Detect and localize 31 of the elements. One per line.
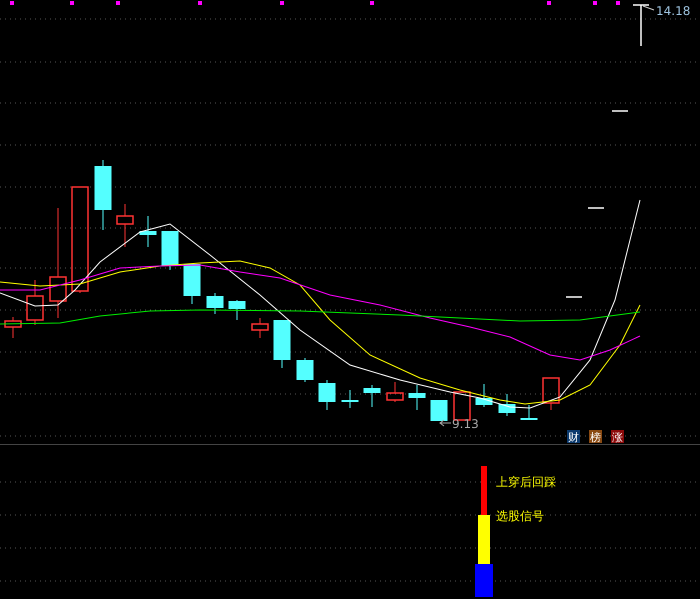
candlestick — [26, 280, 44, 326]
candlestick — [408, 384, 426, 410]
arrow-left-icon — [439, 420, 452, 426]
candlestick — [94, 160, 112, 230]
candlestick — [342, 390, 358, 408]
candlestick — [274, 320, 290, 368]
candlestick — [116, 204, 134, 248]
badge[interactable]: 涨 — [611, 430, 624, 444]
candlestick — [296, 358, 314, 382]
candlestick — [228, 300, 246, 320]
candlestick — [140, 216, 156, 248]
candlestick — [498, 394, 516, 416]
badge[interactable]: 财 — [567, 430, 580, 444]
candlestick — [162, 230, 178, 270]
signal-label: 上穿后回踩 — [496, 475, 556, 489]
candlestick — [184, 264, 200, 304]
low-price-label: 9.13 — [452, 417, 479, 431]
candlestick — [476, 384, 492, 408]
candlestick — [251, 318, 269, 338]
candlestick — [430, 400, 448, 422]
candlestick — [520, 404, 538, 420]
candlestick — [206, 292, 224, 314]
candlestick — [4, 316, 22, 338]
badge[interactable]: 榜 — [589, 430, 602, 444]
candlestick — [386, 382, 404, 402]
candlestick — [318, 380, 336, 410]
candlestick — [453, 391, 471, 421]
high-price-label: 14.18 — [656, 4, 690, 18]
signal-label: 选股信号 — [496, 509, 544, 523]
candlestick — [542, 377, 560, 410]
candlestick — [364, 384, 380, 408]
